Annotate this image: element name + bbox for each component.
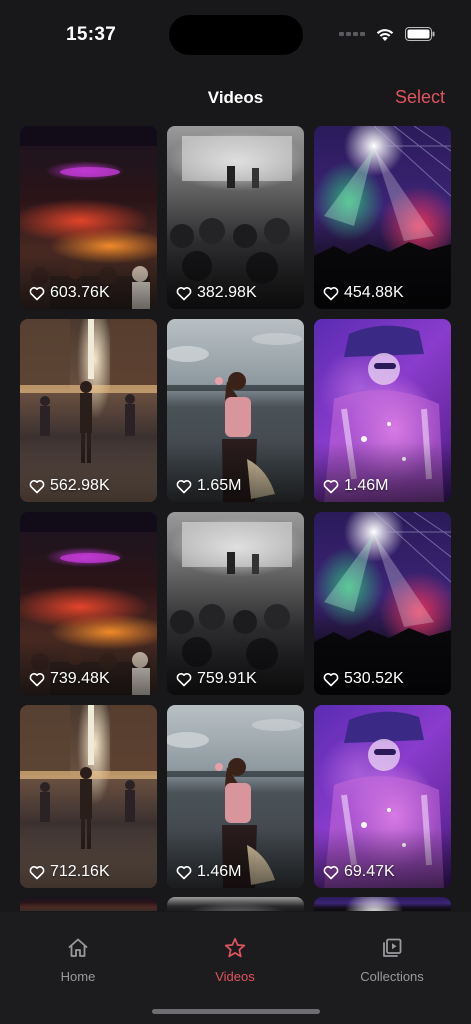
tab-bar: Home Videos Collections: [0, 912, 471, 1024]
video-thumbnail[interactable]: 530.52K: [314, 512, 451, 695]
heart-icon: [29, 672, 45, 687]
like-count: 759.91K: [176, 670, 257, 688]
video-thumbnail-partial[interactable]: [167, 897, 304, 911]
video-thumbnail[interactable]: 562.98K: [20, 319, 157, 502]
like-count-value: 454.88K: [344, 284, 404, 301]
home-indicator: [152, 1009, 320, 1014]
like-count: 454.88K: [323, 284, 404, 302]
tab-collections-label: Collections: [360, 969, 424, 984]
like-count: 562.98K: [29, 477, 110, 495]
like-count-value: 1.46M: [344, 477, 389, 494]
heart-icon: [323, 286, 339, 301]
like-count: 712.16K: [29, 863, 110, 881]
video-thumbnail[interactable]: 69.47K: [314, 705, 451, 888]
tab-home[interactable]: Home: [23, 936, 133, 984]
heart-icon: [176, 865, 192, 880]
video-thumbnail[interactable]: 1.46M: [314, 319, 451, 502]
like-count-value: 759.91K: [197, 670, 257, 687]
video-thumbnail[interactable]: 603.76K: [20, 126, 157, 309]
navigation-bar: Videos Select: [0, 80, 471, 116]
like-count: 1.46M: [176, 863, 241, 881]
cellular-signal-icon: [339, 32, 365, 36]
heart-icon: [323, 672, 339, 687]
video-grid: 603.76K 382.98K 454.88K 562.98K 1.65M 1.46M 73…: [20, 126, 451, 888]
video-thumbnail[interactable]: 712.16K: [20, 705, 157, 888]
video-thumbnail-partial[interactable]: [20, 897, 157, 911]
tab-home-label: Home: [60, 969, 96, 984]
like-count: 603.76K: [29, 284, 110, 302]
like-count: 739.48K: [29, 670, 110, 688]
like-count-value: 739.48K: [50, 670, 110, 687]
home-icon: [23, 936, 133, 960]
video-thumbnail-partial[interactable]: [314, 897, 451, 911]
heart-icon: [323, 479, 339, 494]
status-time: 15:37: [66, 24, 117, 45]
video-thumbnail[interactable]: 759.91K: [167, 512, 304, 695]
like-count-value: 603.76K: [50, 284, 110, 301]
video-thumbnail[interactable]: 454.88K: [314, 126, 451, 309]
star-icon: [180, 936, 290, 960]
collections-icon: [337, 936, 447, 960]
heart-icon: [176, 672, 192, 687]
like-count-value: 530.52K: [344, 670, 404, 687]
status-icons: [339, 24, 435, 44]
heart-icon: [323, 865, 339, 880]
like-count: 1.65M: [176, 477, 241, 495]
select-button[interactable]: Select: [395, 87, 445, 108]
video-thumbnail[interactable]: 1.46M: [167, 705, 304, 888]
wifi-icon: [375, 27, 395, 42]
heart-icon: [29, 865, 45, 880]
dynamic-island: [169, 15, 303, 55]
video-thumbnail[interactable]: 739.48K: [20, 512, 157, 695]
like-count: 69.47K: [323, 863, 395, 881]
status-bar: 15:37: [0, 0, 471, 70]
tab-videos-label: Videos: [215, 969, 255, 984]
heart-icon: [29, 479, 45, 494]
video-thumbnail[interactable]: 1.65M: [167, 319, 304, 502]
like-count-value: 562.98K: [50, 477, 110, 494]
like-count-value: 382.98K: [197, 284, 257, 301]
heart-icon: [176, 286, 192, 301]
like-count-value: 1.65M: [197, 477, 242, 494]
like-count-value: 69.47K: [344, 863, 395, 880]
battery-icon: [405, 27, 435, 41]
heart-icon: [176, 479, 192, 494]
heart-icon: [29, 286, 45, 301]
partial-row: [20, 897, 451, 911]
like-count-value: 712.16K: [50, 863, 110, 880]
tab-collections[interactable]: Collections: [337, 936, 447, 984]
tab-videos[interactable]: Videos: [180, 936, 290, 984]
video-thumbnail[interactable]: 382.98K: [167, 126, 304, 309]
like-count: 1.46M: [323, 477, 388, 495]
like-count: 530.52K: [323, 670, 404, 688]
like-count-value: 1.46M: [197, 863, 242, 880]
like-count: 382.98K: [176, 284, 257, 302]
